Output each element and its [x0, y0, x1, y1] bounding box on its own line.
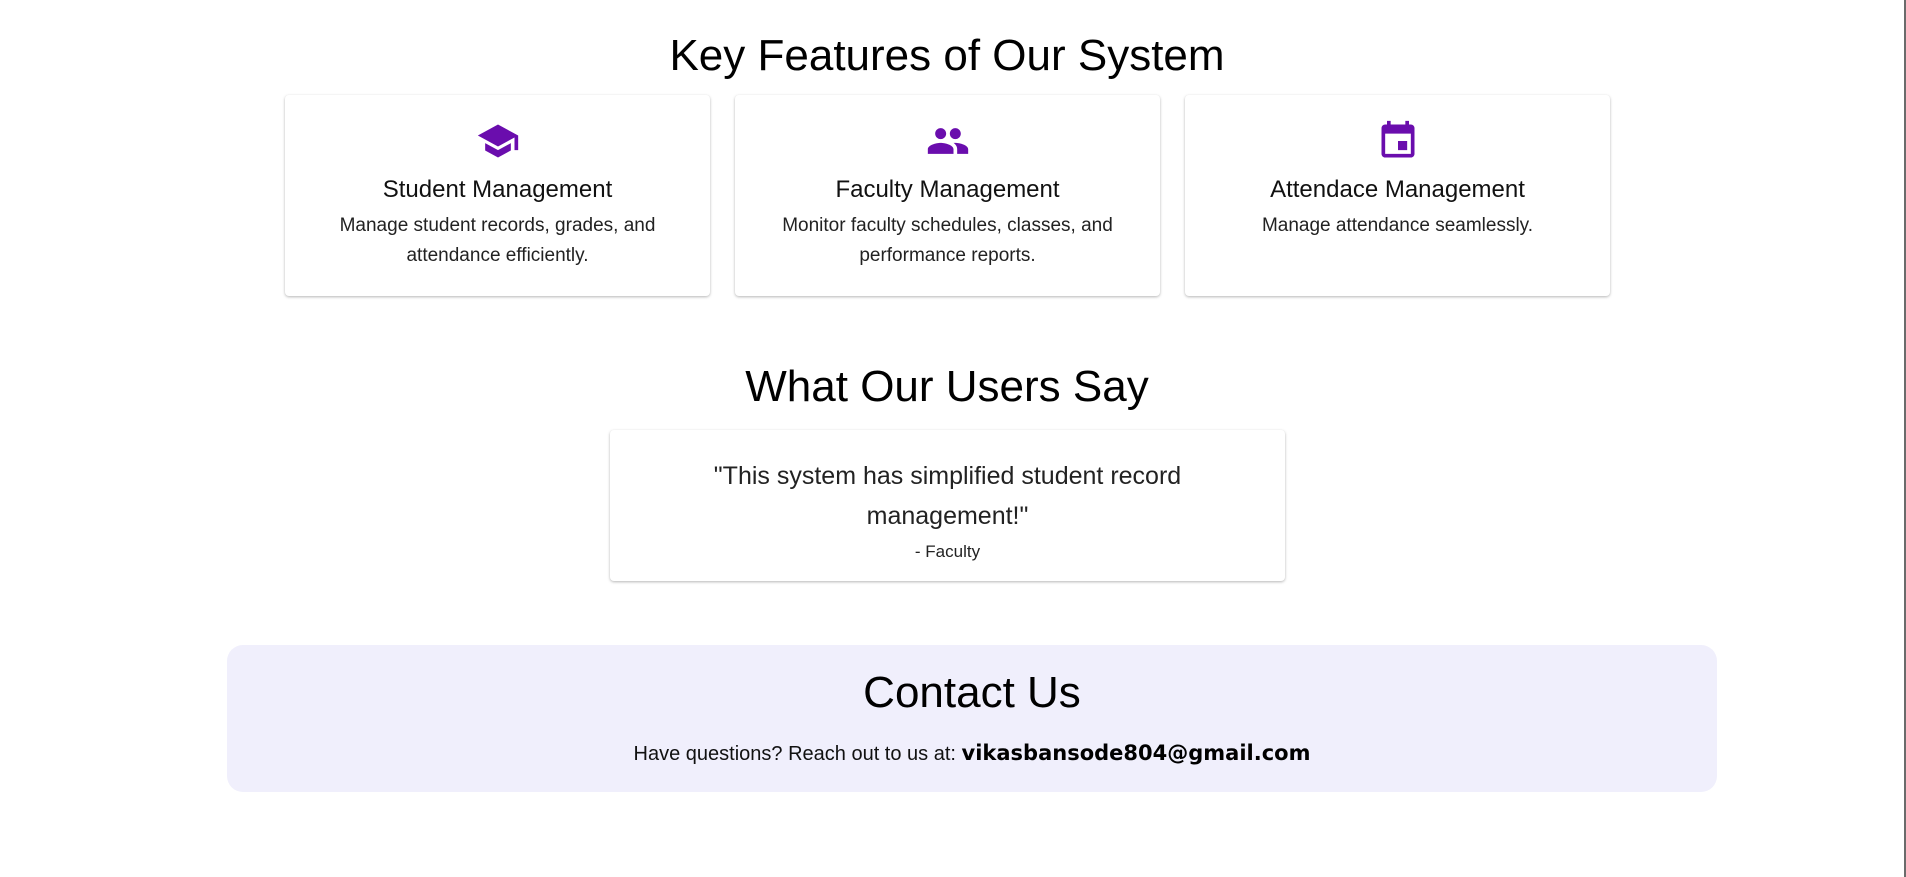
page: Key Features of Our System Student Manag… — [0, 0, 1906, 877]
feature-heading: Student Management — [382, 176, 613, 203]
feature-heading: Faculty Management — [835, 176, 1060, 203]
contact-line: Have questions? Reach out to us at: vika… — [227, 741, 1717, 766]
contact-prompt: Have questions? Reach out to us at: — [633, 743, 962, 765]
feature-card-student-management: Student Management Manage student record… — [285, 95, 710, 296]
feature-card-faculty-management: Faculty Management Monitor faculty sched… — [735, 95, 1160, 296]
contact-email: vikasbansode804@gmail.com — [961, 741, 1311, 765]
graduation-cap-icon — [477, 124, 518, 158]
feature-card-attendance-management: Attendace Management Manage attendance s… — [1185, 95, 1610, 296]
contact-section: Contact Us Have questions? Reach out to … — [227, 645, 1717, 792]
contact-title: Contact Us — [863, 668, 1081, 717]
feature-description: Manage student records, grades, and atte… — [339, 214, 656, 266]
testimonial-card: "This system has simplified student reco… — [610, 430, 1285, 581]
feature-heading: Attendace Management — [1270, 176, 1525, 203]
feature-description: Monitor faculty schedules, classes, and … — [782, 214, 1113, 266]
calendar-icon — [1381, 120, 1414, 158]
testimonial-author: - Faculty — [914, 542, 981, 561]
testimonials-title: What Our Users Say — [745, 362, 1149, 411]
testimonial-quote: "This system has simplified student reco… — [713, 462, 1182, 530]
features-title: Key Features of Our System — [669, 31, 1225, 80]
people-icon — [927, 128, 968, 154]
feature-description: Manage attendance seamlessly. — [1261, 214, 1534, 236]
